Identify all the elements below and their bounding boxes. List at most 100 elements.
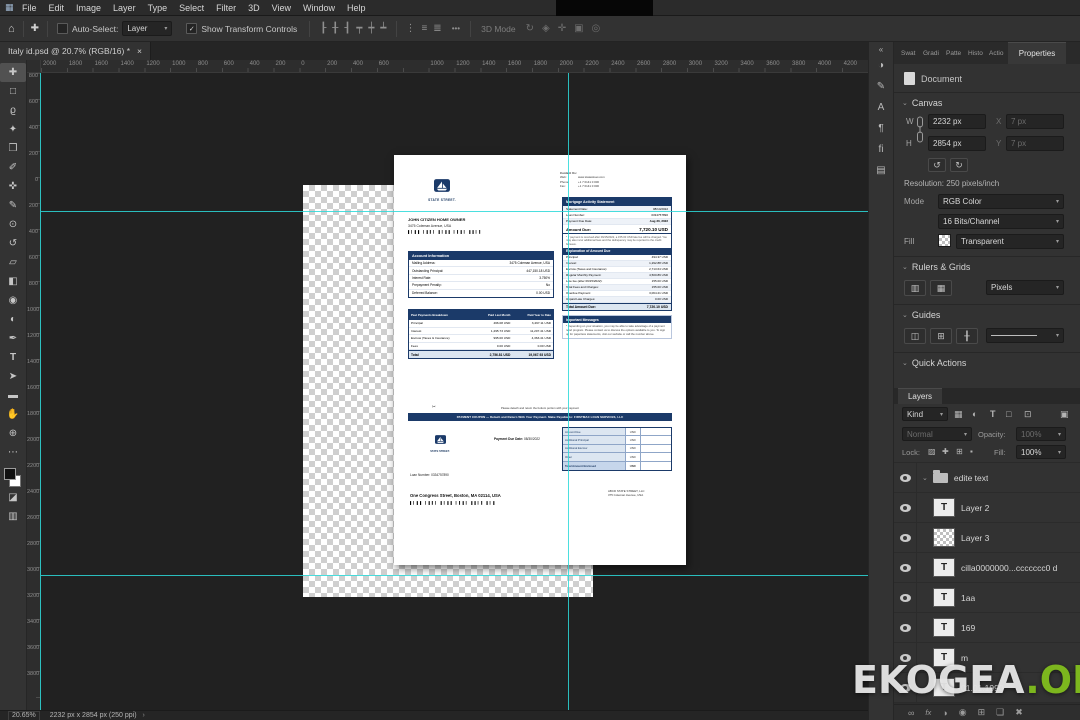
menu-type[interactable]: Type (142, 0, 174, 16)
toggle-grid-button[interactable]: ▦ (930, 280, 952, 296)
link-dimensions-icon[interactable] (916, 116, 924, 144)
bit-depth-dropdown[interactable]: 16 Bits/Channel ▾ (938, 214, 1064, 229)
status-arrow-icon[interactable]: › (143, 712, 145, 719)
ruler-horizontal[interactable]: 2000 1800 1600 1400 1200 1000 800 600 400 200 0 200… (41, 60, 868, 73)
clone-stamp-tool[interactable]: ⊙ (0, 215, 26, 234)
layer-row-group[interactable]: ⌄ edite text (894, 463, 1080, 493)
visibility-toggle[interactable] (894, 463, 917, 492)
blend-mode-dropdown[interactable]: Normal ▾ (902, 427, 972, 441)
rotate-ccw-button[interactable]: ↺ (928, 158, 946, 172)
align-left-icon[interactable]: ┠ (320, 23, 326, 34)
mode-dropdown[interactable]: RGB Color ▾ (938, 194, 1064, 209)
history-brush-tool[interactable]: ↺ (0, 234, 26, 253)
visibility-toggle[interactable] (894, 613, 917, 642)
3d-roll-icon[interactable]: ◈ (542, 23, 550, 34)
link-layers-icon[interactable]: ∞ (908, 708, 914, 718)
align-center-h-icon[interactable]: ┿ (368, 23, 374, 34)
toggle-guides-button[interactable]: ◫ (904, 328, 926, 344)
layer-row[interactable]: T 169 (894, 613, 1080, 643)
fill-dropdown[interactable]: Transparent ▾ (956, 234, 1064, 249)
zoom-tool[interactable]: ⊕ (0, 424, 26, 443)
tab-swatches[interactable]: Swat (901, 50, 915, 57)
app-icon[interactable]: ▦ (5, 2, 14, 13)
canvas-section-header[interactable]: ⌄ Canvas (902, 98, 942, 108)
paragraph-panel-icon[interactable]: ¶ (869, 119, 894, 138)
3d-pan-icon[interactable]: ✛ (558, 23, 566, 34)
menu-layer[interactable]: Layer (107, 0, 142, 16)
tab-actions[interactable]: Actio (989, 50, 1003, 57)
home-icon[interactable]: ⌂ (8, 23, 15, 35)
dodge-tool[interactable]: ◐ (0, 310, 26, 329)
character-panel-icon[interactable]: A (869, 98, 894, 117)
menu-view[interactable]: View (266, 0, 297, 16)
layer-mask-icon[interactable]: ◑ (942, 708, 947, 718)
collapse-panels-icon[interactable]: « (879, 45, 883, 54)
visibility-toggle[interactable] (894, 553, 917, 582)
brush-tool[interactable]: ✎ (0, 196, 26, 215)
color-swatches[interactable] (0, 466, 26, 488)
canvas-area[interactable]: STATE STREET. Contact Us: Web: www.states… (41, 73, 868, 712)
visibility-toggle[interactable] (894, 493, 917, 522)
tab-patterns[interactable]: Patte (946, 50, 961, 57)
adjustment-layer-icon[interactable]: ◉ (959, 707, 967, 718)
tab-close-icon[interactable]: × (137, 46, 142, 56)
transform-controls-checkbox[interactable]: ✓ (186, 23, 198, 34)
zoom-level-field[interactable]: 20.65% (8, 710, 40, 720)
edit-toolbar-button[interactable]: ⋯ (0, 443, 26, 462)
move-tool-options-icon[interactable]: ✚ (31, 23, 39, 34)
filter-toggle-icon[interactable]: ▣ (1060, 409, 1069, 420)
layer-fill-dropdown[interactable]: 100% ▾ (1016, 445, 1066, 459)
3d-orbit-icon[interactable]: ↻ (526, 23, 534, 34)
guide-style-dropdown[interactable]: ▾ (986, 328, 1064, 343)
lock-transparency-icon[interactable]: ▨ (928, 447, 936, 456)
auto-select-checkbox[interactable] (57, 23, 69, 34)
menu-edit[interactable]: Edit (43, 0, 71, 16)
layer-row[interactable]: T 1aa (894, 583, 1080, 613)
healing-brush-tool[interactable]: ✜ (0, 177, 26, 196)
group-expand-icon[interactable]: ⌄ (922, 474, 928, 482)
tab-gradients[interactable]: Gradi (923, 50, 939, 57)
menu-select[interactable]: Select (173, 0, 210, 16)
menu-help[interactable]: Help (341, 0, 372, 16)
glyphs-panel-icon[interactable]: ﬁ (869, 140, 894, 159)
lock-position-icon[interactable]: ✚ (942, 447, 949, 456)
menu-3d[interactable]: 3D (242, 0, 266, 16)
canvas-width-field[interactable]: 2232 px (928, 114, 986, 129)
quick-selection-tool[interactable]: ✦ (0, 120, 26, 139)
lasso-tool[interactable]: ϱ (0, 101, 26, 120)
distribute-v-icon[interactable]: ⋮ (405, 23, 415, 34)
document-tab[interactable]: Italy id.psd @ 20.7% (RGB/16) * × (0, 42, 151, 60)
filter-shape-icon[interactable]: □ (1006, 409, 1011, 419)
layer-row[interactable]: Layer 3 (894, 523, 1080, 553)
3d-scale-icon[interactable]: ◎ (592, 23, 601, 34)
layer-row[interactable]: T cilla0000000...ccccccc0 d (894, 553, 1080, 583)
path-selection-tool[interactable]: ➤ (0, 367, 26, 386)
lock-artboard-icon[interactable]: ⊞ (956, 447, 963, 456)
menu-image[interactable]: Image (70, 0, 107, 16)
move-tool[interactable]: ✚ (0, 63, 26, 82)
filter-pixel-icon[interactable]: ▦ (954, 409, 963, 420)
lock-all-icon[interactable]: ▪ (970, 447, 973, 456)
adjustments-panel-icon[interactable]: ◑ (869, 56, 894, 75)
align-center-v-icon[interactable]: ╂ (332, 23, 338, 34)
new-layer-icon[interactable]: ❏ (996, 707, 1004, 718)
3d-slide-icon[interactable]: ▣ (574, 23, 583, 34)
visibility-toggle[interactable] (894, 583, 917, 612)
blur-tool[interactable]: ◉ (0, 291, 26, 310)
filter-type-icon[interactable]: T (990, 409, 996, 419)
tab-layers[interactable]: Layers (898, 388, 942, 404)
menu-file[interactable]: File (16, 0, 43, 16)
fill-swatch[interactable] (938, 234, 951, 247)
libraries-panel-icon[interactable]: ▤ (869, 161, 894, 180)
hand-tool[interactable]: ✋ (0, 405, 26, 424)
new-group-icon[interactable]: ⊞ (978, 707, 986, 718)
visibility-toggle[interactable] (894, 523, 917, 552)
distribute-all-icon[interactable]: ≣ (433, 23, 441, 34)
guides-section-header[interactable]: ⌄ Guides (902, 310, 940, 320)
align-bottom-icon[interactable]: ┷ (380, 23, 386, 34)
eyedropper-tool[interactable]: ✐ (0, 158, 26, 177)
crop-tool[interactable]: ❒ (0, 139, 26, 158)
ruler-corner[interactable] (27, 60, 41, 73)
layer-style-icon[interactable]: fx (925, 708, 931, 717)
delete-layer-icon[interactable]: ✖ (1015, 707, 1023, 718)
